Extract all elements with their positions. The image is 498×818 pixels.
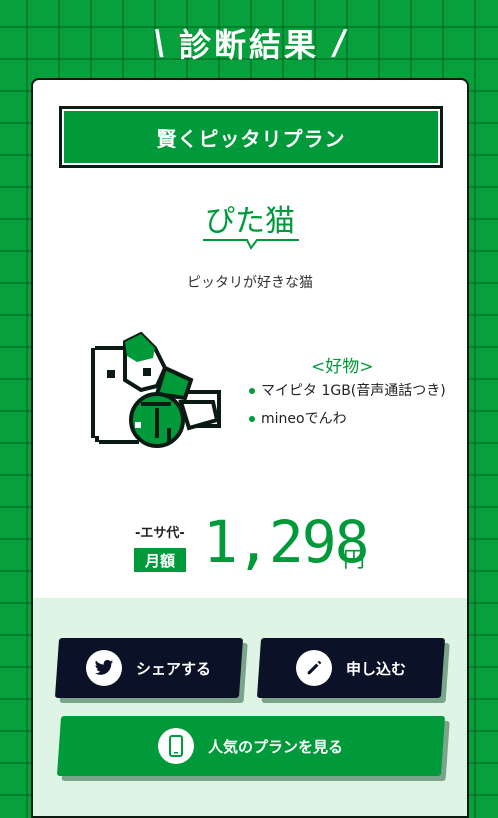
plan-name-banner: 賢くピッタリプラン bbox=[59, 106, 443, 168]
pencil-icon bbox=[295, 650, 332, 686]
decor-slash-right: / bbox=[330, 23, 349, 63]
result-card: 賢くピッタリプラン ぴた猫 ピッタリが好きな猫 <好物> マイピタ 1GB(音声… bbox=[31, 78, 469, 818]
title-underline-icon bbox=[203, 239, 299, 250]
share-button[interactable]: シェアする bbox=[54, 638, 244, 698]
smartphone-icon bbox=[158, 728, 195, 764]
popular-plans-button-label: 人気のプランを見る bbox=[208, 737, 344, 756]
apply-button-label: 申し込む bbox=[345, 659, 406, 678]
favorites-list: マイピタ 1GB(音声通話つき) mineoでんわ bbox=[247, 380, 447, 436]
share-button-label: シェアする bbox=[136, 659, 212, 678]
favorites-title: <好物> bbox=[311, 357, 374, 377]
monthly-badge: 月額 bbox=[134, 548, 186, 572]
twitter-bird-icon bbox=[86, 650, 123, 686]
action-area: シェアする 申し込む 人気のプランを見る bbox=[33, 598, 467, 816]
favorite-item: mineoでんわ bbox=[247, 408, 447, 430]
type-title: ぴた猫 bbox=[205, 204, 295, 239]
favorite-item: マイピタ 1GB(音声通話つき) bbox=[247, 380, 447, 402]
price-label: -エサ代- bbox=[135, 526, 185, 541]
currency-label: 円 bbox=[343, 548, 366, 573]
pixel-cat-icon bbox=[91, 331, 221, 448]
popular-plans-button[interactable]: 人気のプランを見る bbox=[56, 716, 446, 776]
decor-slash-left: \ bbox=[149, 23, 168, 63]
page-title: 診断結果 bbox=[178, 26, 319, 64]
apply-button[interactable]: 申し込む bbox=[256, 638, 446, 698]
result-header: \ 診断結果 / bbox=[0, 18, 498, 68]
type-description: ピッタリが好きな猫 bbox=[187, 275, 313, 291]
